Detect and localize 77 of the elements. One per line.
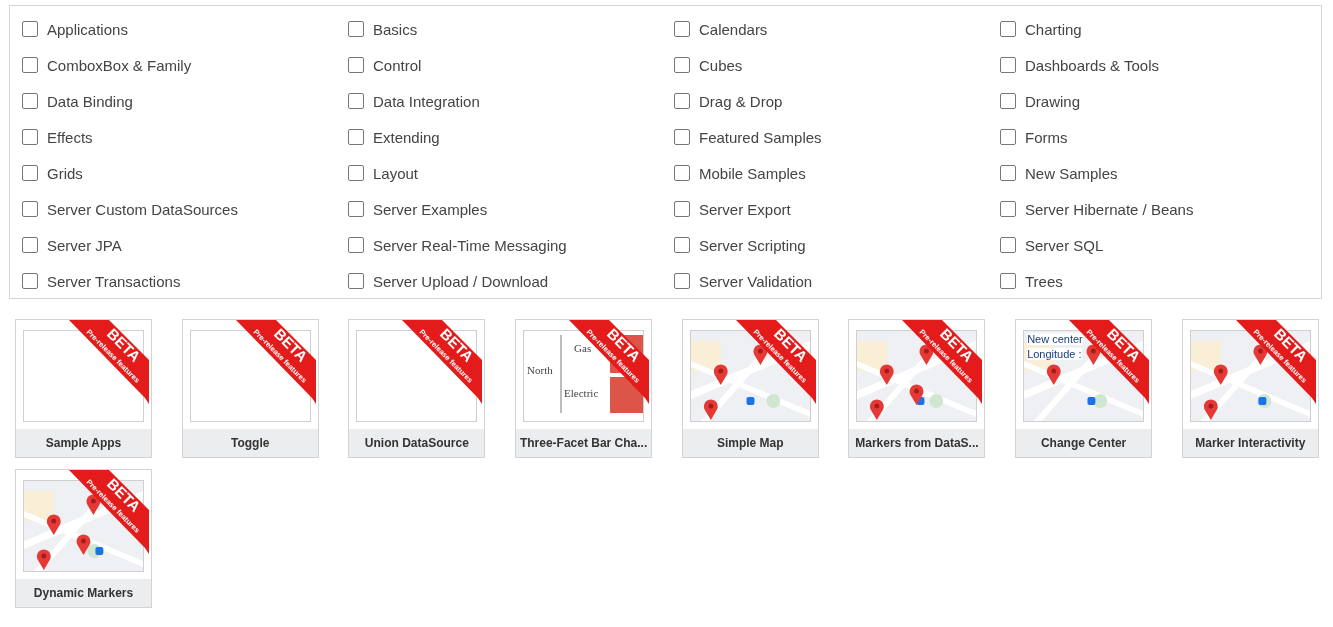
sample-title: Toggle — [182, 429, 318, 457]
checkbox-label[interactable]: Layout — [373, 164, 419, 182]
checkbox[interactable] — [674, 273, 690, 289]
sample-title: Marker Interactivity — [1182, 429, 1318, 457]
checkbox[interactable] — [348, 201, 364, 217]
checkbox-label[interactable]: Server Upload / Download — [373, 272, 549, 290]
checkbox-label[interactable]: Dashboards & Tools — [1025, 56, 1159, 74]
checkbox-label[interactable]: Server Export — [699, 200, 791, 218]
checkbox-label[interactable]: Server Hibernate / Beans — [1025, 200, 1194, 218]
checkbox[interactable] — [22, 93, 38, 109]
checkbox-label[interactable]: Charting — [1025, 20, 1082, 38]
form-label: New center — [1027, 333, 1083, 345]
checkbox[interactable] — [1000, 273, 1016, 289]
checkbox-label[interactable]: Server Scripting — [699, 236, 806, 254]
checkbox[interactable] — [1000, 129, 1016, 145]
checkbox-label[interactable]: Mobile Samples — [699, 164, 806, 182]
checkbox-label[interactable]: Data Binding — [47, 92, 133, 110]
checkbox[interactable] — [674, 93, 690, 109]
checkbox-label[interactable]: Data Integration — [373, 92, 480, 110]
checkbox-label[interactable]: Applications — [47, 20, 128, 38]
checkbox-label[interactable]: Effects — [47, 128, 93, 146]
checkbox-label[interactable]: Control — [373, 56, 422, 74]
checkbox[interactable] — [22, 201, 38, 217]
checkbox[interactable] — [348, 93, 364, 109]
checkbox-label[interactable]: Extending — [373, 128, 440, 146]
checkbox-label[interactable]: Server Examples — [373, 200, 488, 218]
sample-title: Union DataSource — [349, 429, 485, 457]
checkbox[interactable] — [348, 21, 364, 37]
checkbox[interactable] — [22, 129, 38, 145]
checkbox-label[interactable]: Server Real-Time Messaging — [373, 236, 567, 254]
sample-title: Change Center — [1016, 429, 1152, 457]
checkbox-label[interactable]: Drawing — [1025, 92, 1081, 110]
checkbox[interactable] — [22, 165, 38, 181]
checkbox-label[interactable]: Calendars — [699, 20, 768, 38]
checkbox-label[interactable]: New Samples — [1025, 164, 1118, 182]
checkbox[interactable] — [674, 129, 690, 145]
sample-title: Simple Map — [682, 429, 818, 457]
checkbox-label[interactable]: Grids — [47, 164, 83, 182]
checkbox[interactable] — [674, 165, 690, 181]
sample-title: Dynamic Markers — [16, 579, 151, 607]
checkbox-label[interactable]: Drag & Drop — [699, 92, 783, 110]
checkbox[interactable] — [348, 237, 364, 253]
checkbox[interactable] — [1000, 237, 1016, 253]
checkbox-label[interactable]: Server Transactions — [47, 272, 181, 290]
checkbox[interactable] — [1000, 165, 1016, 181]
form-label: Longitude : — [1027, 348, 1082, 360]
checkbox-label[interactable]: Cubes — [699, 56, 743, 74]
checkbox-label[interactable]: Server SQL — [1025, 236, 1104, 254]
checkbox[interactable] — [1000, 21, 1016, 37]
sample-title: Markers from DataS... — [849, 429, 985, 457]
checkbox-label[interactable]: Server Validation — [699, 272, 813, 290]
checkbox-label[interactable]: Trees — [1025, 272, 1063, 290]
checkbox[interactable] — [674, 21, 690, 37]
checkbox[interactable] — [22, 273, 38, 289]
checkbox[interactable] — [348, 165, 364, 181]
checkbox[interactable] — [674, 57, 690, 73]
checkbox[interactable] — [1000, 201, 1016, 217]
checkbox[interactable] — [22, 57, 38, 73]
checkbox[interactable] — [348, 129, 364, 145]
chart-label: North — [527, 364, 553, 376]
checkbox-label[interactable]: Featured Samples — [699, 128, 822, 146]
checkbox-label[interactable]: Forms — [1025, 128, 1068, 146]
checkbox-label[interactable]: ComboxBox & Family — [47, 56, 192, 74]
checkbox-label[interactable]: Server Custom DataSources — [47, 200, 238, 218]
checkbox[interactable] — [674, 201, 690, 217]
checkbox[interactable] — [22, 237, 38, 253]
checkbox[interactable] — [348, 57, 364, 73]
sample-title: Three-Facet Bar Cha... — [516, 429, 652, 457]
sample-title: Sample Apps — [16, 429, 151, 457]
chart-label: Electric — [564, 387, 599, 399]
checkbox[interactable] — [674, 237, 690, 253]
checkbox-label[interactable]: Basics — [373, 20, 418, 38]
checkbox[interactable] — [1000, 57, 1016, 73]
checkbox[interactable] — [1000, 93, 1016, 109]
checkbox[interactable] — [348, 273, 364, 289]
checkbox-label[interactable]: Server JPA — [47, 236, 122, 254]
checkbox[interactable] — [22, 21, 38, 37]
